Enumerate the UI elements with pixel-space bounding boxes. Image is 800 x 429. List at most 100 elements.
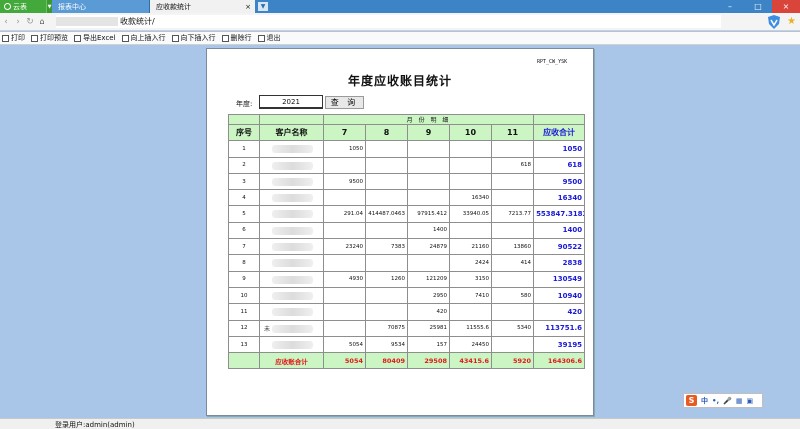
home-tab[interactable]: 云表 <box>0 0 46 13</box>
row-seq: 5 <box>228 205 260 223</box>
print-button[interactable]: 打印 <box>2 33 25 43</box>
total-label: 应收账合计 <box>259 352 324 370</box>
skin-icon[interactable]: ▣ <box>746 397 753 405</box>
row-month-value <box>407 140 450 158</box>
row-month-value: 1400 <box>407 221 450 240</box>
header-month: 10 <box>449 123 492 142</box>
home-tab-label: 云表 <box>13 2 27 11</box>
row-month-value: 618 <box>490 156 535 174</box>
customer-name-redacted <box>272 226 313 235</box>
row-customer <box>259 221 324 240</box>
row-month-value: 5340 <box>490 319 535 337</box>
exit-button[interactable]: 退出 <box>257 33 281 43</box>
print-preview-icon <box>31 34 38 42</box>
customer-name-redacted <box>272 145 313 154</box>
header-month: 8 <box>365 123 408 142</box>
print-preview-button[interactable]: 打印预览 <box>31 33 68 43</box>
punctuation-icon[interactable]: •, <box>712 397 719 405</box>
customer-name-redacted <box>272 259 313 268</box>
cloud-logo-icon <box>4 3 11 10</box>
row-month-value: 97915.412 <box>407 205 450 223</box>
row-month-value: 33940.05 <box>449 205 492 223</box>
row-month-value: 7213.77 <box>490 205 535 223</box>
report-toolbar: 打印 打印预览 导出Excel 向上插入行 向下插入行 删除行 退出 <box>0 32 800 45</box>
header-month: 9 <box>407 123 450 142</box>
print-label: 打印 <box>11 34 25 42</box>
header-blank <box>533 114 586 125</box>
row-month-value: 1260 <box>365 270 408 288</box>
tab-receivables[interactable]: 应收款统计 × <box>150 0 255 13</box>
keyboard-icon[interactable]: ▦ <box>736 397 743 405</box>
favorite-star-icon[interactable]: ★ <box>787 16 796 27</box>
row-month-value: 414487.0463 <box>365 205 408 223</box>
close-tab-icon[interactable]: × <box>245 3 251 11</box>
row-month-value <box>365 140 408 158</box>
export-excel-button[interactable]: 导出Excel <box>74 33 116 43</box>
row-seq: 4 <box>228 189 260 207</box>
url-redacted <box>56 17 118 26</box>
url-field[interactable]: 收款统计/ <box>56 15 721 28</box>
customer-name-redacted <box>272 324 313 333</box>
customer-name-redacted <box>272 291 313 300</box>
export-excel-label: 导出Excel <box>83 34 116 42</box>
delete-row-button[interactable]: 删除行 <box>221 33 252 43</box>
sogou-ime-icon[interactable]: S <box>686 395 697 406</box>
row-month-value: 7383 <box>365 238 408 256</box>
exit-icon <box>257 34 265 42</box>
row-sum: 130549 <box>533 270 586 288</box>
header-customer: 客户名称 <box>259 123 324 142</box>
status-bar: 登录用户:admin(admin) <box>0 418 800 429</box>
microphone-icon[interactable]: 🎤 <box>723 397 732 405</box>
insert-row-below-button[interactable]: 向下插入行 <box>171 33 216 43</box>
close-window-icon[interactable]: × <box>772 0 800 13</box>
row-month-value: 13860 <box>490 238 535 256</box>
customer-name-redacted <box>272 161 313 170</box>
insert-below-icon <box>171 34 179 42</box>
home-icon[interactable]: ⌂ <box>36 17 48 26</box>
row-customer <box>259 140 324 158</box>
back-icon[interactable]: ‹ <box>0 17 12 27</box>
shield-extension-icon[interactable] <box>766 14 782 30</box>
row-month-value: 1050 <box>323 140 366 158</box>
ime-lang[interactable]: 中 <box>701 396 708 406</box>
row-month-value: 11555.6 <box>449 319 492 337</box>
row-month-value: 25981 <box>407 319 450 337</box>
year-input[interactable]: 2021 <box>259 95 323 109</box>
row-month-value <box>365 189 408 207</box>
table-row: 2 618 618 <box>228 156 586 174</box>
customer-name-redacted <box>272 194 313 203</box>
row-month-value <box>490 172 535 191</box>
row-seq: 13 <box>228 335 260 354</box>
minimize-icon[interactable]: – <box>716 0 744 13</box>
tab-label: 报表中心 <box>58 2 86 11</box>
forward-icon[interactable]: › <box>12 17 24 27</box>
report-title: 年度应收账目统计 <box>347 74 452 88</box>
maximize-icon[interactable]: □ <box>744 0 772 13</box>
row-customer <box>259 189 324 207</box>
tab-list-chevron-icon[interactable]: ▼ <box>258 2 268 11</box>
row-customer <box>259 335 324 354</box>
row-month-value <box>490 335 535 354</box>
table-row: 6 1400 1400 <box>228 221 586 240</box>
row-month-value <box>323 254 366 272</box>
insert-row-above-button[interactable]: 向上插入行 <box>121 33 166 43</box>
row-month-value <box>365 254 408 272</box>
row-seq: 12 <box>228 319 260 337</box>
row-month-value: 21160 <box>449 238 492 256</box>
row-customer <box>259 303 324 321</box>
row-month-value: 16340 <box>449 189 492 207</box>
row-seq: 6 <box>228 221 260 240</box>
delete-row-icon <box>221 34 229 42</box>
refresh-icon[interactable]: ↻ <box>24 17 36 27</box>
table-row: 3 9500 9500 <box>228 172 586 191</box>
row-sum: 113751.6 <box>533 319 586 337</box>
row-month-value <box>407 156 450 174</box>
print-icon <box>2 34 9 42</box>
customer-prefix: 未 <box>264 325 271 333</box>
tab-report-center[interactable]: 报表中心 <box>52 0 150 13</box>
row-month-value <box>490 303 535 321</box>
table-row: 4 16340 16340 <box>228 189 586 207</box>
row-seq: 7 <box>228 238 260 256</box>
query-button[interactable]: 查 询 <box>325 96 364 109</box>
ime-toolbar[interactable]: S 中 •, 🎤 ▦ ▣ <box>683 393 763 408</box>
